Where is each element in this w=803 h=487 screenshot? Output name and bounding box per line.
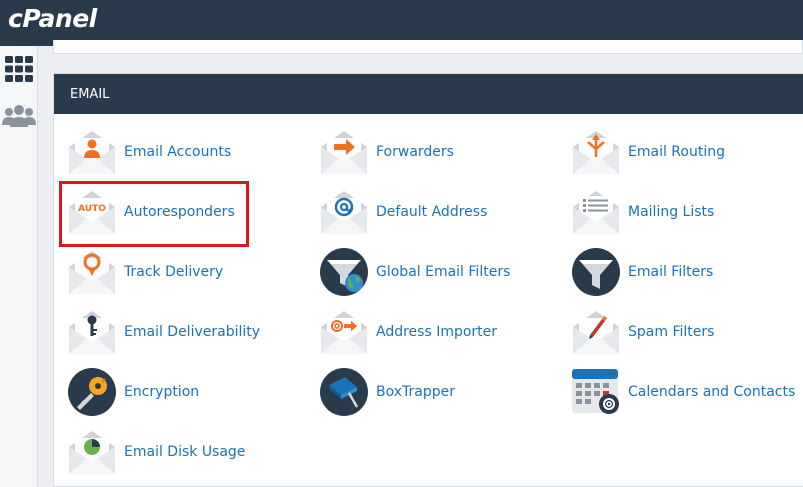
forwarders-label: Forwarders <box>376 144 454 160</box>
boxtrapper-label: BoxTrapper <box>376 384 455 400</box>
email-filters-link[interactable]: Email Filters <box>571 246 713 298</box>
email-accounts-icon <box>69 131 115 174</box>
grid-icon[interactable] <box>0 49 38 89</box>
address-importer-icon <box>321 311 367 354</box>
email-routing-icon <box>573 131 619 174</box>
email-disk-usage-link[interactable]: Email Disk Usage <box>67 426 245 478</box>
spam-filters-link[interactable]: Spam Filters <box>571 306 714 358</box>
encryption-link[interactable]: Encryption <box>67 366 199 418</box>
cpanel-logo[interactable]: cPanel <box>8 4 97 33</box>
spam-filters-icon <box>573 311 619 354</box>
calendars-contacts-link[interactable]: Calendars and Contacts <box>571 366 795 418</box>
track-delivery-label: Track Delivery <box>124 264 224 280</box>
forwarders-link[interactable]: Forwarders <box>319 126 454 178</box>
boxtrapper-link[interactable]: BoxTrapper <box>319 366 455 418</box>
email-disk-usage-icon <box>69 431 115 474</box>
search-area <box>53 40 803 54</box>
email-deliverability-label: Email Deliverability <box>124 324 261 340</box>
forwarders-icon <box>321 131 367 174</box>
boxtrapper-icon <box>320 368 368 416</box>
address-importer-link[interactable]: Address Importer <box>319 306 497 358</box>
calendars-contacts-icon <box>572 369 619 414</box>
email-filters-icon <box>572 248 620 296</box>
sidebar <box>0 46 38 487</box>
autoresponders-link[interactable]: AUTO Autoresponders <box>67 186 235 238</box>
global-email-filters-label: Global Email Filters <box>376 264 511 280</box>
autoresponders-icon: AUTO <box>69 191 115 234</box>
spam-filters-label: Spam Filters <box>628 324 715 340</box>
email-routing-label: Email Routing <box>628 144 725 160</box>
email-deliverability-icon <box>69 311 115 354</box>
auto-badge-text: AUTO <box>78 204 106 214</box>
mailing-lists-link[interactable]: Mailing Lists <box>571 186 714 238</box>
encryption-icon <box>68 368 116 416</box>
encryption-label: Encryption <box>124 384 200 400</box>
calendars-contacts-label: Calendars and Contacts <box>628 384 796 400</box>
default-address-link[interactable]: Default Address <box>319 186 487 238</box>
email-routing-link[interactable]: Email Routing <box>571 126 725 178</box>
email-accounts-label: Email Accounts <box>124 144 232 160</box>
email-section-header[interactable]: EMAIL <box>54 74 803 114</box>
users-icon[interactable] <box>0 96 38 136</box>
default-address-icon <box>321 191 367 234</box>
track-delivery-link[interactable]: Track Delivery <box>67 246 223 298</box>
default-address-label: Default Address <box>376 204 488 220</box>
section-title: EMAIL <box>70 86 110 102</box>
email-disk-usage-label: Email Disk Usage <box>124 444 246 460</box>
mailing-lists-icon <box>573 191 619 234</box>
email-deliverability-link[interactable]: Email Deliverability <box>67 306 260 358</box>
autoresponders-label: Autoresponders <box>124 204 235 220</box>
track-delivery-icon <box>69 251 115 294</box>
address-importer-label: Address Importer <box>376 324 498 340</box>
global-email-filters-icon <box>320 248 368 296</box>
email-filters-label: Email Filters <box>628 264 714 280</box>
global-email-filters-link[interactable]: Global Email Filters <box>319 246 510 298</box>
email-accounts-link[interactable]: Email Accounts <box>67 126 231 178</box>
mailing-lists-label: Mailing Lists <box>628 204 715 220</box>
